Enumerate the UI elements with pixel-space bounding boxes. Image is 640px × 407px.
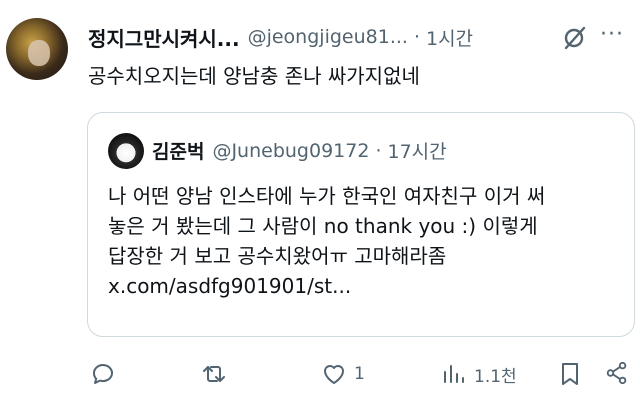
share-icon: [606, 361, 627, 385]
views-button[interactable]: 1.1천: [440, 360, 517, 388]
quoted-text-line: 나 어떤 양남 인스타에 누가 한국인 여자친구 이거 써: [108, 184, 546, 208]
quoted-author-avatar[interactable]: [108, 133, 144, 169]
author-display-name[interactable]: 정지그만시켜시...: [88, 23, 240, 52]
post-time[interactable]: 1시간: [426, 24, 473, 51]
quoted-text-line: 놓은 거 봤는데 그 사람이 no thank you :) 이렇게: [108, 214, 538, 238]
separator-dot: ·: [413, 26, 420, 48]
like-count: 1: [354, 364, 365, 384]
quoted-post-time[interactable]: 17시간: [387, 137, 446, 164]
share-button[interactable]: [604, 360, 630, 386]
views-count: 1.1천: [474, 366, 517, 387]
avatar-face: [28, 40, 50, 66]
quoted-link[interactable]: x.com/asdfg901901/st...: [108, 271, 628, 301]
bookmark-button[interactable]: [556, 360, 584, 388]
grok-icon[interactable]: [560, 24, 588, 52]
more-options-icon[interactable]: ···: [600, 22, 624, 47]
repost-icon: [203, 366, 225, 382]
quoted-post-header: 김준벅 @Junebug09172 · 17시간: [152, 137, 447, 164]
like-button[interactable]: 1: [320, 360, 365, 388]
reply-icon: [93, 364, 113, 384]
quoted-separator-dot: ·: [375, 139, 382, 162]
post-text: 공수치오지는데 양남충 존나 싸가지없네: [88, 64, 420, 88]
quoted-post-text: 나 어떤 양남 인스타에 누가 한국인 여자친구 이거 써 놓은 거 봤는데 그…: [108, 181, 628, 301]
action-bar: 1 1.1천: [0, 350, 640, 400]
author-avatar[interactable]: [6, 18, 68, 80]
quoted-post[interactable]: 김준벅 @Junebug09172 · 17시간 나 어떤 양남 인스타에 누가…: [87, 112, 635, 337]
quoted-author-name[interactable]: 김준벅: [152, 137, 204, 164]
bookmark-icon: [562, 363, 578, 385]
post-header: 정지그만시켜시... @jeongjigeu81... · 1시간 ···: [88, 22, 636, 52]
like-icon: [324, 365, 344, 384]
repost-button[interactable]: [200, 360, 234, 388]
views-icon: [444, 365, 464, 383]
author-handle[interactable]: @jeongjigeu81...: [248, 26, 408, 48]
reply-button[interactable]: [88, 360, 122, 388]
quoted-text-line: 답장한 거 보고 공수치왔어ㅠ 고마해라좀: [108, 244, 447, 268]
quoted-author-handle[interactable]: @Junebug09172: [212, 140, 369, 162]
